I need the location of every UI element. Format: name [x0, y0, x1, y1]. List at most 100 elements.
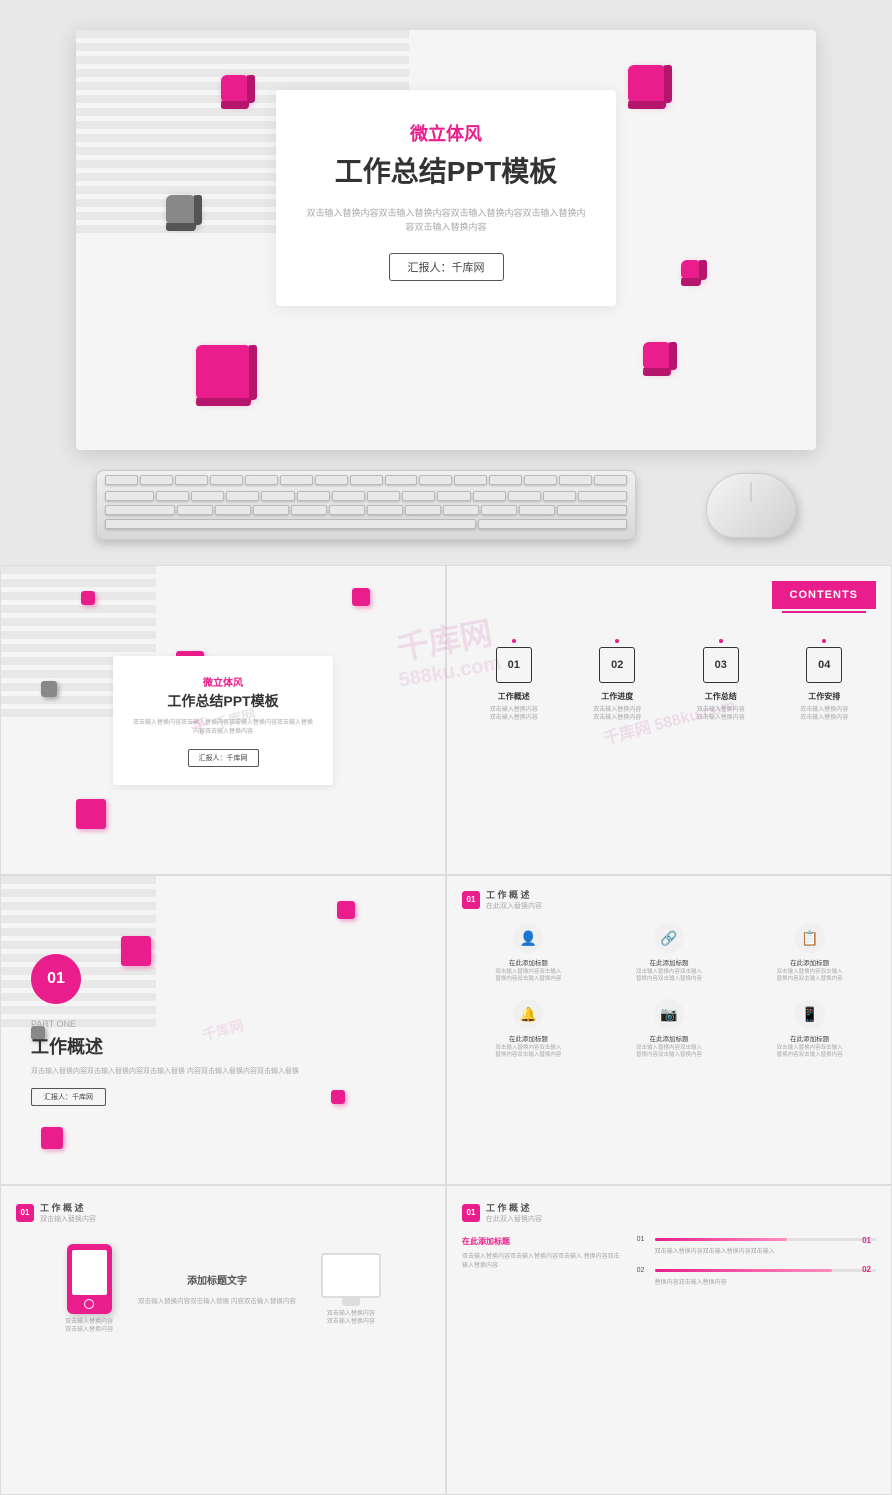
mini-part-stripes-r [334, 876, 445, 1184]
icon-desc-4: 双击输入替换内容双击输入替换内容双击输入替换内容 [462, 1045, 595, 1059]
cube-bottom-left-large [196, 345, 251, 400]
keyboard-area [76, 470, 816, 540]
mini-slide-title: 微立体风 工作总结PPT模板 双击输入替换内容双击输入替换内容双击输入替换内容双… [0, 565, 446, 875]
contents-num-01: 01 [496, 647, 532, 683]
icon-desc-5: 双击输入替换内容双击输入替换内容双击输入替换内容 [603, 1045, 736, 1059]
part-num: 01 [31, 954, 81, 1004]
keyboard [96, 470, 636, 540]
contents-num-02: 02 [599, 647, 635, 683]
icon-person: 👤 [513, 923, 543, 953]
part-cube-3 [331, 1090, 345, 1104]
contents-title-03: 工作总结 [681, 691, 761, 702]
device-num-badge: 01 [16, 1204, 34, 1222]
device-sub: 双击输入替换内容 [40, 1214, 96, 1224]
icon-item-3: 📋 在此添加标题 双击输入替换内容双击输入替换内容双击输入替换内容 [743, 923, 876, 983]
icon-link: 🔗 [654, 923, 684, 953]
part-cube-2 [337, 901, 355, 919]
mini-cube-gray [41, 681, 57, 697]
chart-bars-area: 01 双击输入替换内容双击输入替换内容双击输入 02 [637, 1236, 876, 1286]
contents-desc-04: 双击输入替换内容双击输入替换内容 [784, 706, 864, 723]
icon-item-6: 📱 在此添加标题 双击输入替换内容双击输入替换内容双击输入替换内容 [743, 999, 876, 1059]
icon-title-5: 在此添加标题 [603, 1033, 736, 1043]
contents-title-04: 工作安排 [784, 691, 864, 702]
icon-clipboard: 📋 [795, 923, 825, 953]
icon-item-4: 🔔 在此添加标题 双击输入替换内容双击输入替换内容双击输入替换内容 [462, 999, 595, 1059]
icon-title-3: 在此添加标题 [743, 957, 876, 967]
mini-stripes-right [356, 566, 445, 874]
icon-item-2: 🔗 在此添加标题 双击输入替换内容双击输入替换内容双击输入替换内容 [603, 923, 736, 983]
device-header: 01 工 作 概 述 双击输入替换内容 [16, 1201, 430, 1224]
contents-items: 01 工作概述 双击输入替换内容双击输入替换内容 02 工作进度 双击输入替换内… [462, 639, 876, 723]
chart-num-badge: 01 [462, 1204, 480, 1222]
chart-header: 01 工 作 概 述 在此双入替换内容 [462, 1201, 876, 1224]
contents-title-01: 工作概述 [474, 691, 554, 702]
icon-desc-6: 双击输入替换内容双击输入替换内容双击输入替换内容 [743, 1045, 876, 1059]
contents-title-02: 工作进度 [577, 691, 657, 702]
mini-cube-4 [76, 799, 106, 829]
top-section: 微立体风 工作总结PPT模板 双击输入替换内容双击输入替换内容双击输入替换内容双… [0, 30, 892, 540]
mouse [706, 473, 796, 538]
icons-header: 01 工 作 概 述 在此双入替换内容 [462, 888, 876, 911]
contents-desc-01: 双击输入替换内容双击输入替换内容 [474, 706, 554, 723]
mini-reporter: 汇报人：千库网 [188, 749, 259, 767]
mini-slide-contents: CONTENTS 01 工作概述 双击输入替换内容双击输入替换内容 02 工作进… [446, 565, 892, 875]
contents-badge: CONTENTS [772, 581, 877, 609]
mini-main-title: 工作总结PPT模板 [133, 691, 313, 711]
icon-title-6: 在此添加标题 [743, 1033, 876, 1043]
mini-slide-part: 01 PART ONE 工作概述 双击输入替换内容双击输入替换内容双击输入替换 … [0, 875, 446, 1185]
device-monitor-label: 双击输入替换内容双击输入替换内容 [321, 1310, 381, 1327]
icon-camera: 📷 [654, 999, 684, 1029]
device-phone-label: 双击输入替换内容双击输入替换内容 [65, 1318, 113, 1335]
chart-section: 工 作 概 述 [486, 1201, 542, 1214]
device-phone-icon [67, 1244, 112, 1314]
icon-phone: 📱 [795, 999, 825, 1029]
slide-description: 双击输入替换内容双击输入替换内容双击输入替换内容双击输入替换内容双击输入替换内容 [306, 206, 586, 235]
icon-title-1: 在此添加标题 [462, 957, 595, 967]
chart-desc: 双击输入替换内容双击输入替换内容双击输入 替换内容双击输入替换内容 [462, 1253, 622, 1271]
contents-item-03: 03 工作总结 双击输入替换内容双击输入替换内容 [681, 639, 761, 723]
device-section: 工 作 概 述 [40, 1201, 96, 1214]
center-card: 微立体风 工作总结PPT模板 双击输入替换内容双击输入替换内容双击输入替换内容双… [276, 90, 616, 306]
contents-item-04: 04 工作安排 双击输入替换内容双击输入替换内容 [784, 639, 864, 723]
slides-grid: 微立体风 工作总结PPT模板 双击输入替换内容双击输入替换内容双击输入替换内容双… [0, 565, 892, 1495]
mini-subtitle-pink: 微立体风 [133, 674, 313, 689]
chart-sub: 在此双入替换内容 [486, 1214, 542, 1224]
contents-desc-02: 双击输入替换内容双击输入替换内容 [577, 706, 657, 723]
contents-num-03: 03 [703, 647, 739, 683]
icons-num-badge: 01 [462, 891, 480, 909]
part-reporter: 汇报人：千库网 [31, 1088, 106, 1106]
cube-top-left [221, 75, 249, 103]
icon-item-1: 👤 在此添加标题 双击输入替换内容双击输入替换内容双击输入替换内容 [462, 923, 595, 983]
icon-title-2: 在此添加标题 [603, 957, 736, 967]
cube-right-bottom [643, 342, 671, 370]
mini-cube-1 [81, 591, 95, 605]
contents-num-04: 04 [806, 647, 842, 683]
icons-sub: 在此双入替换内容 [486, 901, 542, 911]
slide-main: 微立体风 工作总结PPT模板 双击输入替换内容双击输入替换内容双击输入替换内容双… [76, 30, 816, 450]
contents-desc-03: 双击输入替换内容双击输入替换内容 [681, 706, 761, 723]
cube-right-mid [681, 260, 701, 280]
icons-section: 工 作 概 述 [486, 888, 542, 901]
icon-title-4: 在此添加标题 [462, 1033, 595, 1043]
contents-header: CONTENTS [462, 581, 876, 609]
icon-item-5: 📷 在此添加标题 双击输入替换内容双击输入替换内容双击输入替换内容 [603, 999, 736, 1059]
part-title: 工作概述 [31, 1033, 299, 1059]
part-cube-4 [41, 1127, 63, 1149]
slide-subtitle-pink: 微立体风 [306, 120, 586, 146]
contents-item-02: 02 工作进度 双击输入替换内容双击输入替换内容 [577, 639, 657, 723]
icon-desc-2: 双击输入替换内容双击输入替换内容双击输入替换内容 [603, 969, 736, 983]
mini-slide-device: 01 工 作 概 述 双击输入替换内容 双击输入替换内容双击输入替换内容 添加标… [0, 1185, 446, 1495]
mini-desc: 双击输入替换内容双击输入替换内容双击输入替换内容双击输入替换内容双击输入替换内容 [133, 719, 313, 737]
chart-right-nums: 01 02 [862, 1236, 871, 1274]
mini-cube-3 [352, 588, 370, 606]
cube-top-right [628, 65, 666, 103]
chart-add-title: 在此添加标题 [462, 1236, 622, 1247]
cube-gray-left [166, 195, 196, 225]
mini-center-card: 微立体风 工作总结PPT模板 双击输入替换内容双击输入替换内容双击输入替换内容双… [113, 656, 333, 785]
icon-bell: 🔔 [513, 999, 543, 1029]
device-desc1: 双击输入替换内容双击输入替换 内容双击输入替换内容 [138, 1297, 296, 1307]
device-monitor-icon [321, 1253, 381, 1298]
contents-item-01: 01 工作概述 双击输入替换内容双击输入替换内容 [474, 639, 554, 723]
mini-slide-icons: 01 工 作 概 述 在此双入替换内容 👤 在此添加标题 双击输入替换内容双击输… [446, 875, 892, 1185]
icons-grid: 👤 在此添加标题 双击输入替换内容双击输入替换内容双击输入替换内容 🔗 在此添加… [462, 923, 876, 1060]
